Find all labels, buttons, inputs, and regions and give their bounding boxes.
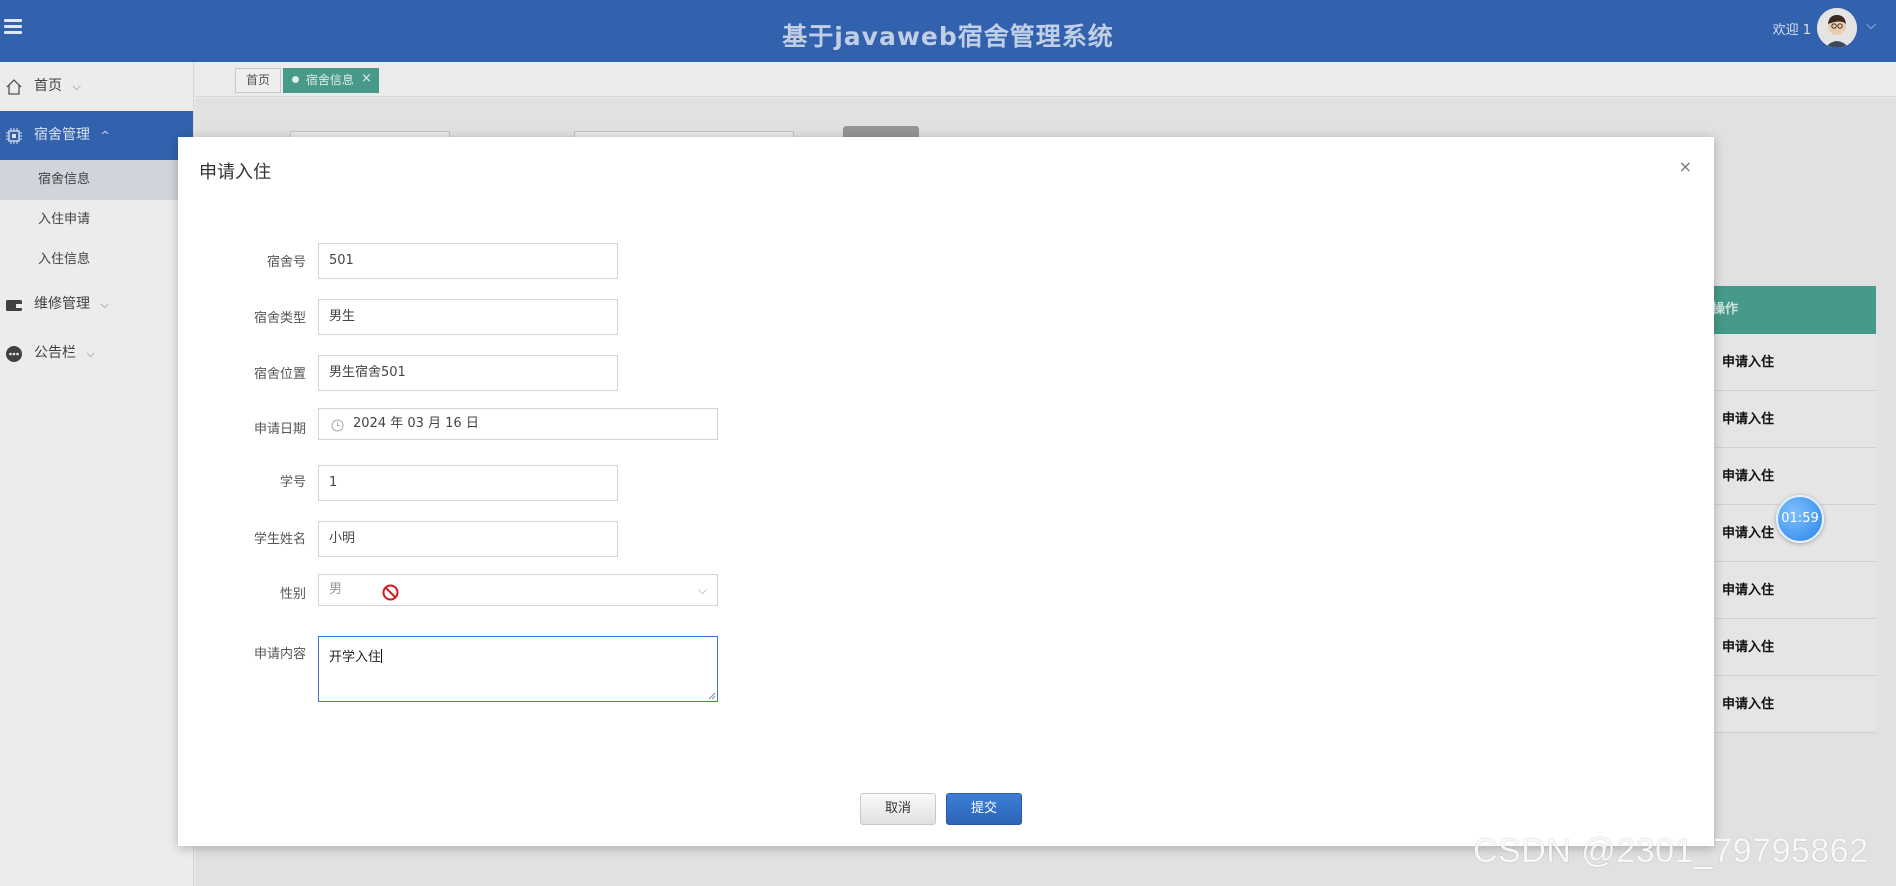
student-id-field[interactable]: 1 <box>318 465 618 501</box>
dorm-no-label: 宿舍号 <box>266 255 306 270</box>
dorm-type-label: 宿舍类型 <box>253 311 306 326</box>
apply-date-label: 申请日期 <box>253 422 306 437</box>
close-icon[interactable]: × <box>1679 157 1692 176</box>
content-label: 申请内容 <box>253 647 306 662</box>
app-root: 基于javaweb宿舍管理系统 欢迎 1 ⌵ 首页 ⌵ 宿舍管理 ^ 宿舍信息 … <box>0 0 1896 886</box>
watermark: CSDN @2301_79795862 <box>1473 832 1869 870</box>
not-allowed-icon <box>382 584 399 601</box>
gender-label: 性别 <box>279 587 306 602</box>
timer-badge[interactable]: 01:59 <box>1776 495 1824 543</box>
chevron-down-icon: ⌵ <box>697 583 707 597</box>
dorm-no-field[interactable]: 501 <box>318 243 618 279</box>
dorm-location-label: 宿舍位置 <box>253 367 306 382</box>
content-value: 开学入住 <box>329 650 382 665</box>
student-id-label: 学号 <box>279 475 306 490</box>
clock-icon <box>331 419 344 432</box>
text-caret <box>381 649 383 663</box>
resize-handle-icon[interactable] <box>708 692 716 700</box>
dialog-title: 申请入住 <box>199 162 271 183</box>
content-textarea[interactable]: 开学入住 <box>318 636 718 702</box>
apply-date-value: 2024 年 03 月 16 日 <box>353 416 479 431</box>
apply-checkin-dialog: 申请入住 × 宿舍号 501 宿舍类型 男生 宿舍位置 男生宿舍501 申请日期… <box>178 137 1714 846</box>
dorm-location-field[interactable]: 男生宿舍501 <box>318 355 618 391</box>
student-name-field[interactable]: 小明 <box>318 521 618 557</box>
apply-date-picker[interactable]: 2024 年 03 月 16 日 <box>318 408 718 440</box>
cancel-button[interactable]: 取消 <box>860 793 936 825</box>
dorm-type-field[interactable]: 男生 <box>318 299 618 335</box>
submit-button[interactable]: 提交 <box>946 793 1022 825</box>
student-name-label: 学生姓名 <box>253 532 306 547</box>
gender-select[interactable]: 男 ⌵ <box>318 574 718 606</box>
gender-value: 男 <box>329 582 343 597</box>
